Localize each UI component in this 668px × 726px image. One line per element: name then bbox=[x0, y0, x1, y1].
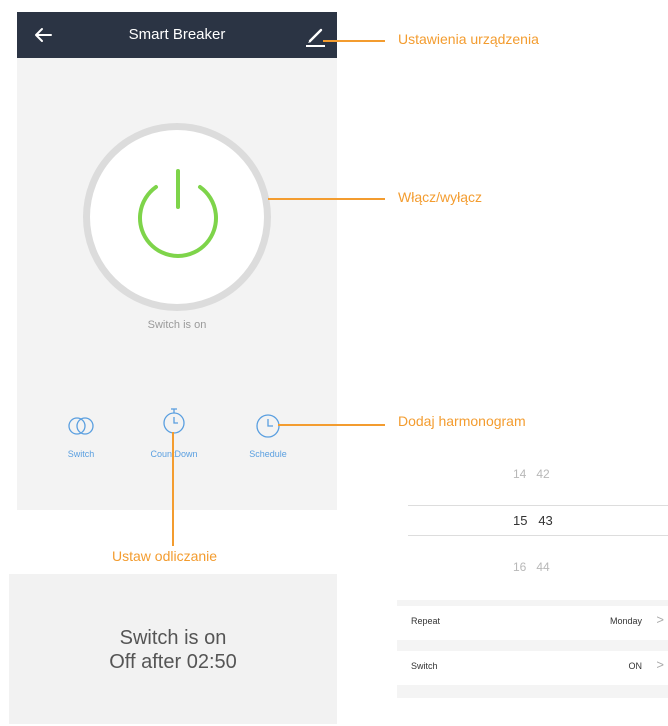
picker-row-next[interactable]: 16 44 bbox=[513, 560, 550, 574]
picker-row-prev[interactable]: 14 42 bbox=[513, 467, 550, 481]
picker-hour: 14 bbox=[513, 467, 527, 481]
picker-hour: 16 bbox=[513, 560, 527, 574]
switch-label: Switch bbox=[411, 661, 438, 671]
callout-schedule: Dodaj harmonogram bbox=[398, 413, 526, 429]
chevron-right-icon: > bbox=[656, 657, 664, 672]
picker-divider-top bbox=[408, 505, 668, 506]
repeat-label: Repeat bbox=[411, 616, 441, 626]
callout-line-schedule bbox=[278, 424, 385, 426]
edit-pencil-icon[interactable] bbox=[301, 21, 329, 49]
app-title: Smart Breaker bbox=[128, 26, 226, 43]
picker-hour: 15 bbox=[513, 513, 528, 528]
countdown-remaining: Off after 02:50 bbox=[109, 651, 237, 673]
callout-toggle: Włącz/wyłącz bbox=[398, 189, 483, 205]
power-icon bbox=[138, 169, 218, 258]
back-arrow-icon[interactable] bbox=[31, 23, 55, 47]
callout-line-countdown bbox=[172, 432, 174, 546]
schedule-button[interactable]: Schedule bbox=[228, 413, 308, 473]
clock-icon bbox=[256, 414, 280, 438]
callout-countdown: Ustaw odliczanie bbox=[112, 548, 218, 564]
callout-settings: Ustawienia urządzenia bbox=[398, 31, 539, 47]
picker-divider-bottom bbox=[408, 535, 668, 536]
phone-screen: Smart Breaker Switch is on Switch CountD… bbox=[17, 12, 337, 510]
countdown-button[interactable]: CountDown bbox=[134, 408, 214, 473]
picker-row-selected[interactable]: 15 43 bbox=[513, 513, 553, 528]
stopwatch-icon bbox=[163, 408, 185, 434]
countdown-text: Switch is on Off after 02:50 bbox=[9, 626, 337, 674]
picker-minute: 42 bbox=[536, 467, 550, 481]
picker-minute: 44 bbox=[536, 560, 550, 574]
schedule-button-label: Schedule bbox=[249, 449, 287, 459]
picker-minute: 43 bbox=[538, 513, 553, 528]
repeat-value: Monday bbox=[609, 616, 642, 626]
countdown-status: Switch is on bbox=[119, 627, 227, 649]
countdown-panel: Switch is on Off after 02:50 bbox=[9, 574, 337, 724]
switch-status-text: Switch is on bbox=[147, 319, 207, 331]
top-bar: Smart Breaker bbox=[17, 12, 337, 58]
switch-row[interactable]: Switch ON > bbox=[397, 651, 668, 685]
countdown-button-label: CountDown bbox=[150, 449, 198, 459]
callout-line-settings bbox=[323, 40, 385, 42]
toggle-icon bbox=[68, 417, 94, 435]
chevron-right-icon: > bbox=[656, 612, 664, 627]
callout-line-toggle bbox=[268, 198, 385, 200]
switch-button-label: Switch bbox=[67, 449, 95, 459]
switch-value: ON bbox=[628, 661, 643, 671]
switch-button[interactable]: Switch bbox=[41, 413, 121, 473]
repeat-row[interactable]: Repeat Monday > bbox=[397, 606, 668, 640]
